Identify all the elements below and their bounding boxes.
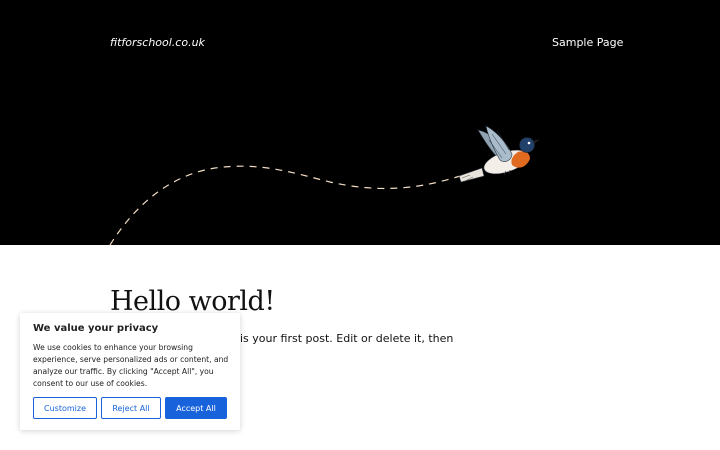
hero-illustration xyxy=(109,125,540,245)
cookie-banner-text: We use cookies to enhance your browsing … xyxy=(33,343,229,388)
site-header: fitforschool.co.uk Sample Page xyxy=(0,0,720,245)
accept-all-button[interactable]: Accept All xyxy=(165,397,227,419)
flight-path-dashed-line xyxy=(109,165,461,245)
reject-all-button[interactable]: Reject All xyxy=(101,397,161,419)
bird-icon xyxy=(458,125,540,183)
cookie-banner-title: We value your privacy xyxy=(33,323,159,334)
customize-button[interactable]: Customize xyxy=(33,397,97,419)
post-excerpt: is your first post. Edit or delete it, t… xyxy=(240,332,454,345)
cookie-consent-banner: We value your privacy We use cookies to … xyxy=(20,313,240,430)
